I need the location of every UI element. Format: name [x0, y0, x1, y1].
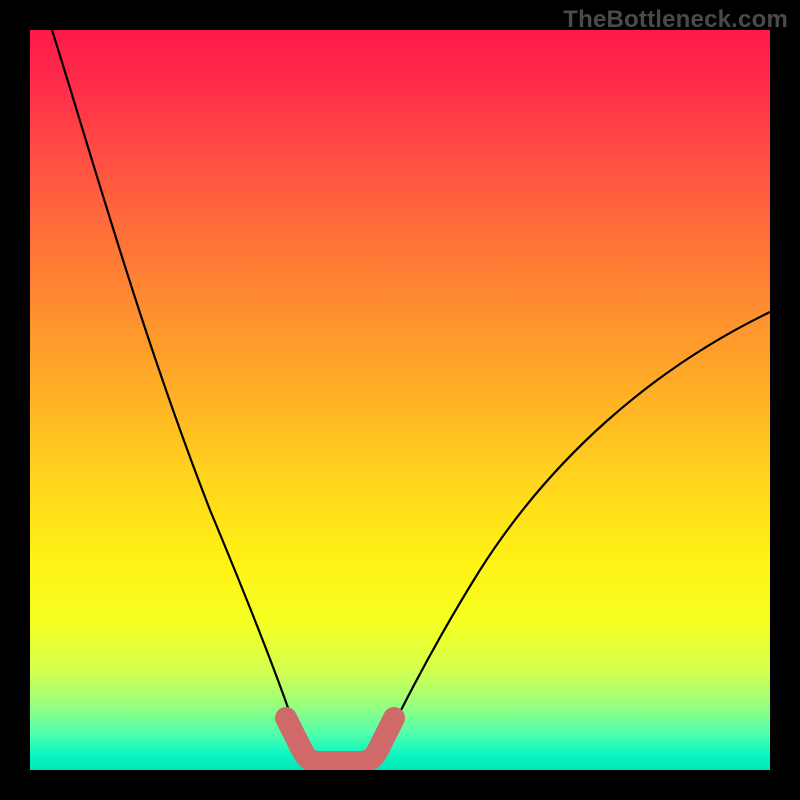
- right-curve: [375, 312, 770, 765]
- plot-area: [30, 30, 770, 770]
- chart-svg: [30, 30, 770, 770]
- chart-frame: TheBottleneck.com: [0, 0, 800, 800]
- watermark-text: TheBottleneck.com: [563, 6, 788, 34]
- left-curve: [52, 30, 308, 765]
- valley-highlight: [286, 718, 394, 762]
